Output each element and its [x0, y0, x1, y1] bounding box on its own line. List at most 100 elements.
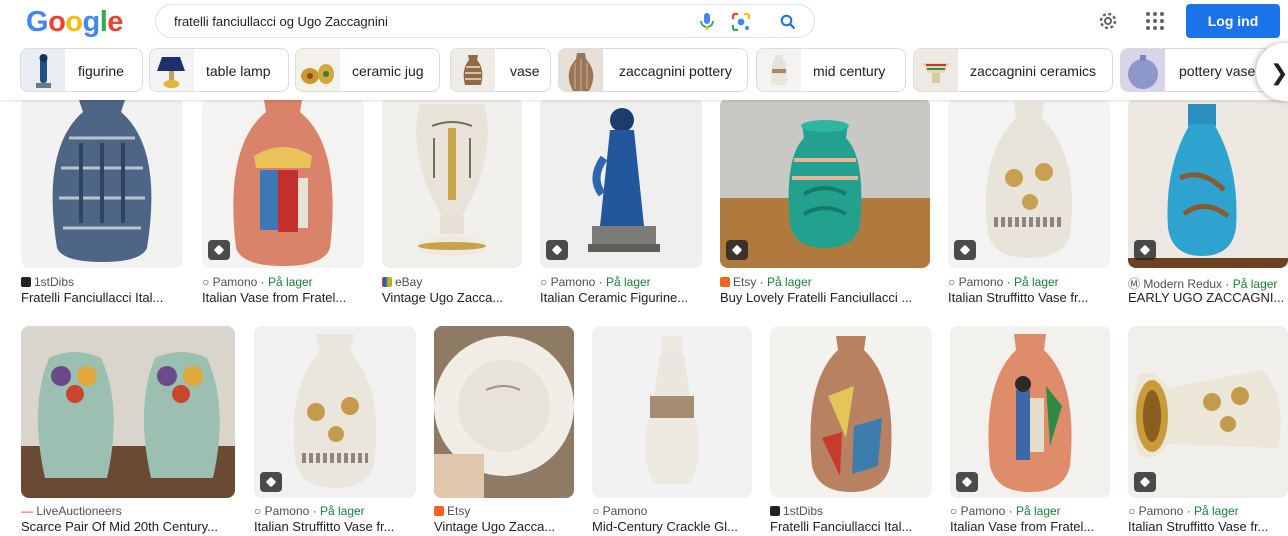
lens-icon[interactable] — [731, 12, 751, 32]
stock-status: På lager — [605, 275, 651, 289]
pamono-favicon-icon: ○ — [540, 275, 551, 289]
result-image[interactable] — [770, 326, 932, 498]
result-source: ○ Pamono · På lager — [540, 275, 651, 289]
result-title[interactable]: Italian Vase from Fratel... — [950, 519, 1110, 534]
header: Google fratelli fanciullacci og Ugo Zacc… — [0, 0, 1288, 101]
chip-label: zaccagnini pottery — [619, 63, 732, 79]
chip-label: ceramic jug — [352, 63, 424, 79]
product-tag-icon — [260, 472, 282, 492]
result-card[interactable]: Etsy Vintage Ugo Zacca... — [434, 326, 574, 536]
logo-letter: g — [82, 6, 101, 38]
result-source: ○ Pamono · På lager — [254, 504, 365, 518]
login-button[interactable]: Log ind — [1186, 4, 1280, 38]
chip-label: zaccagnini ceramics — [970, 63, 1097, 79]
chip-label: figurine — [78, 63, 124, 79]
google-logo[interactable]: Google — [26, 6, 123, 39]
microphone-icon[interactable] — [697, 12, 717, 32]
result-title[interactable]: Vintage Ugo Zacca... — [382, 290, 522, 305]
source-name: Pamono — [550, 275, 596, 289]
stock-status: På lager — [267, 275, 313, 289]
result-image[interactable] — [21, 326, 235, 498]
result-card[interactable]: ○ Pamono · På lager Italian Vase from Fr… — [950, 326, 1110, 536]
result-image[interactable] — [720, 98, 930, 268]
etsy-favicon-icon — [720, 277, 730, 287]
result-card[interactable]: 1stDibs Fratelli Fanciullacci Ital... — [770, 326, 932, 536]
pamono-favicon-icon: ○ — [948, 275, 959, 289]
result-source: 1stDibs — [770, 504, 823, 518]
result-title[interactable]: Italian Ceramic Figurine... — [540, 290, 702, 305]
chip-thumbnail — [451, 49, 495, 91]
source-name: Pamono — [602, 504, 648, 518]
result-source: ○ Pamono · På lager — [948, 275, 1059, 289]
result-card[interactable]: ○ Pamono Mid-Century Crackle Gl... — [592, 326, 752, 536]
result-card[interactable]: ○ Pamono · På lager Italian Struffitto V… — [948, 98, 1110, 338]
1stdibs-favicon-icon — [770, 506, 780, 516]
stock-status: På lager — [1015, 504, 1061, 518]
result-card[interactable]: eBay Vintage Ugo Zacca... — [382, 98, 522, 338]
result-image[interactable] — [434, 326, 574, 498]
pamono-favicon-icon: ○ — [950, 504, 961, 518]
chip-thumbnail — [559, 49, 603, 91]
stock-status: På lager — [1193, 504, 1239, 518]
source-name: 1stDibs — [783, 504, 824, 518]
modern-redux-favicon-icon: Ⓜ — [1128, 277, 1144, 291]
product-tag-icon — [208, 240, 230, 260]
chip-thumbnail — [150, 49, 194, 91]
result-card[interactable]: Ⓜ Modern Redux · På lager EARLY UGO ZACC… — [1128, 98, 1288, 338]
result-card[interactable]: ○ Pamono · På lager Italian Vase from Fr… — [202, 98, 364, 338]
result-title[interactable]: Fratelli Fanciullacci Ital... — [770, 519, 932, 534]
source-name: Pamono — [1138, 504, 1184, 518]
chip-label: pottery vase — [1179, 63, 1256, 79]
chip-zaccagnini-ceramics[interactable]: zaccagnini ceramics — [913, 48, 1113, 92]
result-title[interactable]: Fratelli Fanciullacci Ital... — [21, 290, 183, 305]
search-icon[interactable] — [778, 12, 798, 32]
result-source: ○ Pamono · På lager — [950, 504, 1061, 518]
stock-status: På lager — [767, 275, 812, 289]
result-source: eBay — [382, 275, 422, 289]
result-card[interactable]: ○ Pamono · På lager Italian Struffitto V… — [1128, 326, 1288, 536]
result-source: Etsy · På lager — [720, 275, 812, 289]
result-title[interactable]: Italian Struffitto Vase fr... — [948, 290, 1110, 305]
result-title[interactable]: EARLY UGO ZACCAGNI... — [1128, 290, 1288, 305]
search-box[interactable]: fratelli fanciullacci og Ugo Zaccagnini — [155, 4, 815, 38]
source-name: Etsy — [447, 504, 471, 518]
result-title[interactable]: Italian Struffitto Vase fr... — [1128, 519, 1288, 534]
source-name: 1stDibs — [34, 275, 75, 289]
result-image[interactable] — [382, 98, 522, 268]
source-name: Pamono — [960, 504, 1006, 518]
pamono-favicon-icon: ○ — [202, 275, 213, 289]
apps-grid-icon[interactable] — [1145, 11, 1165, 31]
chip-vase[interactable]: vase — [450, 48, 551, 92]
gear-icon[interactable] — [1097, 10, 1119, 32]
search-input[interactable]: fratelli fanciullacci og Ugo Zaccagnini — [174, 14, 388, 29]
source-name: LiveAuctioneers — [36, 504, 122, 518]
chip-thumbnail — [296, 49, 340, 91]
chip-ceramic-jug[interactable]: ceramic jug — [295, 48, 440, 92]
result-source: ― LiveAuctioneers — [21, 504, 122, 518]
chip-figurine[interactable]: figurine — [20, 48, 143, 92]
result-title[interactable]: Italian Struffitto Vase fr... — [254, 519, 416, 534]
result-title[interactable]: Italian Vase from Fratel... — [202, 290, 364, 305]
stock-status: På lager — [1013, 275, 1059, 289]
result-source: ○ Pamono — [592, 504, 647, 518]
result-image[interactable] — [592, 326, 752, 498]
result-title[interactable]: Scarce Pair Of Mid 20th Century... — [21, 519, 235, 534]
result-card[interactable]: 1stDibs Fratelli Fanciullacci Ital... — [21, 98, 183, 338]
result-card[interactable]: ○ Pamono · På lager Italian Ceramic Figu… — [540, 98, 702, 338]
result-card[interactable]: ― LiveAuctioneers Scarce Pair Of Mid 20t… — [21, 326, 235, 536]
chip-thumbnail — [757, 49, 801, 91]
chip-table-lamp[interactable]: table lamp — [149, 48, 289, 92]
chip-label: mid century — [813, 63, 886, 79]
result-title[interactable]: Vintage Ugo Zacca... — [434, 519, 574, 534]
chip-mid-century[interactable]: mid century — [756, 48, 906, 92]
source-name: Pamono — [958, 275, 1004, 289]
source-name: eBay — [395, 275, 423, 289]
result-title[interactable]: Buy Lovely Fratelli Fanciullacci ... — [720, 290, 930, 305]
chip-zaccagnini-pottery[interactable]: zaccagnini pottery — [558, 48, 748, 92]
result-title[interactable]: Mid-Century Crackle Gl... — [592, 519, 752, 534]
source-name: Pamono — [264, 504, 310, 518]
chip-pottery-vase[interactable]: pottery vase — [1120, 48, 1270, 92]
result-card[interactable]: Etsy · På lager Buy Lovely Fratelli Fanc… — [720, 98, 930, 338]
result-card[interactable]: ○ Pamono · På lager Italian Struffitto V… — [254, 326, 416, 536]
result-image[interactable] — [21, 98, 183, 268]
